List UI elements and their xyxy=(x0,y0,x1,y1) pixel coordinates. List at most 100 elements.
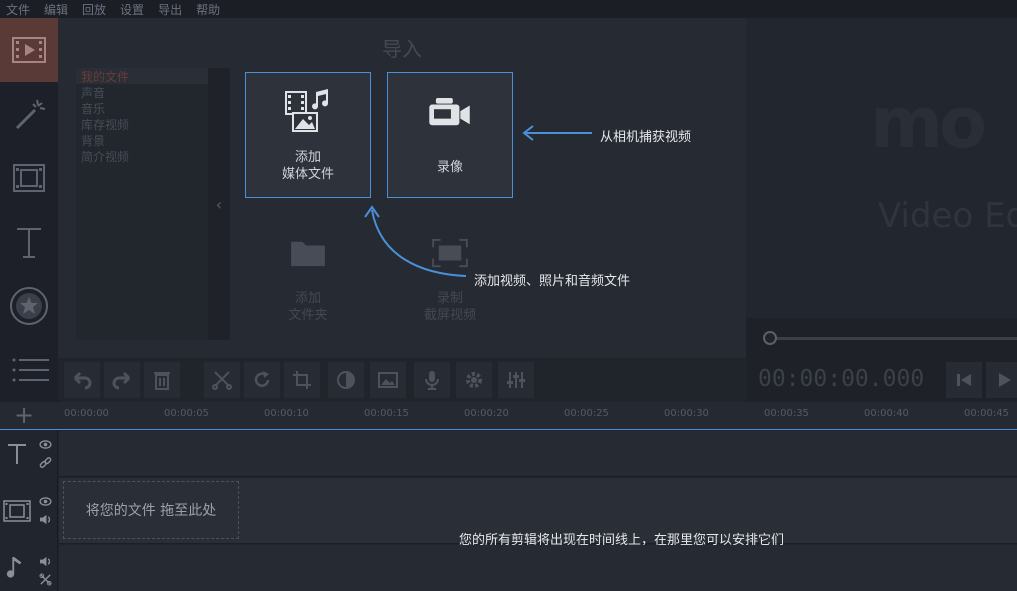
link-icon[interactable] xyxy=(39,457,52,470)
edit-toolbar xyxy=(58,358,746,402)
effects-tool-button[interactable] xyxy=(0,82,58,146)
record-video-label: 录像 xyxy=(436,160,463,175)
add-media-label: 添加 媒体文件 xyxy=(281,150,334,182)
menu-help[interactable]: 帮助 xyxy=(196,1,220,18)
titles-tool-button[interactable] xyxy=(0,210,58,274)
media-files-icon xyxy=(285,89,329,132)
category-music[interactable]: 音乐 xyxy=(76,100,230,116)
magic-wand-icon xyxy=(15,99,46,130)
menu-edit[interactable]: 编辑 xyxy=(44,1,68,18)
timeline-ruler[interactable]: + 00:00:00 00:00:05 00:00:10 00:00:15 00… xyxy=(0,401,1017,430)
skip-back-icon xyxy=(957,374,971,386)
voiceover-button[interactable] xyxy=(414,362,450,398)
collapse-categories-button[interactable]: ‹ xyxy=(208,68,230,340)
seek-track[interactable] xyxy=(770,337,1017,340)
media-hint: 添加视频、照片和音频文件 xyxy=(474,274,631,289)
left-toolbar xyxy=(0,18,58,402)
video-track-header xyxy=(0,478,58,544)
category-stock-video[interactable]: 库存视频 xyxy=(76,116,230,132)
rotate-button[interactable] xyxy=(244,362,280,398)
ruler-tick: 00:00:00 xyxy=(64,408,109,419)
add-media-files-button[interactable]: 添加 媒体文件 xyxy=(245,72,371,198)
camera-hint: 从相机捕获视频 xyxy=(600,130,692,145)
image-button[interactable] xyxy=(370,362,406,398)
text-icon xyxy=(17,228,41,258)
category-sounds[interactable]: 声音 xyxy=(76,84,230,100)
drop-zone[interactable]: 将您的文件 拖至此处 xyxy=(63,481,239,539)
add-folder-button[interactable]: 添加 文件夹 xyxy=(245,228,371,354)
menu-file[interactable]: 文件 xyxy=(6,1,30,18)
record-screen-button[interactable]: 录制 截屏视频 xyxy=(387,228,513,354)
menu-playback[interactable]: 回放 xyxy=(82,1,106,18)
folder-icon xyxy=(291,241,325,267)
category-list: 我的文件 声音 音乐 库存视频 背景 简介视频 xyxy=(76,68,230,340)
undo-button[interactable] xyxy=(64,362,100,398)
color-adjust-button[interactable] xyxy=(328,362,364,398)
ruler-tick: 00:00:30 xyxy=(664,408,709,419)
chevron-left-icon: ‹ xyxy=(215,194,223,214)
import-tool-button[interactable] xyxy=(0,18,58,82)
product-watermark: Video Ed xyxy=(878,196,1017,236)
eye-icon[interactable] xyxy=(39,440,52,449)
star-badge-icon xyxy=(10,287,48,325)
transitions-tool-button[interactable] xyxy=(0,146,58,210)
filmstrip-icon xyxy=(13,164,45,192)
seek-handle[interactable] xyxy=(763,331,777,345)
image-icon xyxy=(378,372,398,388)
audio-track[interactable] xyxy=(59,545,1017,591)
ruler-tick: 00:00:05 xyxy=(164,408,209,419)
audio-track-header xyxy=(0,545,58,591)
redo-button[interactable] xyxy=(104,362,140,398)
text-track[interactable] xyxy=(59,431,1017,477)
go-to-start-button[interactable] xyxy=(946,362,982,398)
list-icon xyxy=(12,358,49,382)
speaker-icon[interactable] xyxy=(39,514,52,525)
stickers-tool-button[interactable] xyxy=(0,274,58,338)
playback-controls: 00:00:00.000 xyxy=(746,358,1017,402)
text-track-header xyxy=(0,431,58,477)
audio-properties-button[interactable] xyxy=(498,362,534,398)
menu-export[interactable]: 导出 xyxy=(158,1,182,18)
clip-settings-button[interactable] xyxy=(456,362,492,398)
panel-title: 导入 xyxy=(382,37,422,61)
equalizer-icon xyxy=(507,372,525,388)
trash-icon xyxy=(154,372,170,390)
gear-icon xyxy=(466,372,482,388)
ruler-tick: 00:00:15 xyxy=(364,408,409,419)
ruler-tick: 00:00:20 xyxy=(464,408,509,419)
menu-settings[interactable]: 设置 xyxy=(120,1,144,18)
rotate-icon xyxy=(254,371,270,387)
ruler-tick: 00:00:45 xyxy=(964,408,1009,419)
filmstrip-icon xyxy=(3,500,31,522)
preview-player: mo Video Ed xyxy=(746,18,1017,318)
delete-button[interactable] xyxy=(144,362,180,398)
redo-icon xyxy=(112,371,131,390)
more-tools-button[interactable] xyxy=(0,338,58,402)
logo-watermark: mo xyxy=(870,82,987,164)
ruler-tick: 00:00:10 xyxy=(264,408,309,419)
record-screen-label: 录制 截屏视频 xyxy=(423,291,476,323)
record-video-button[interactable]: 录像 xyxy=(387,72,513,198)
film-icon xyxy=(12,37,46,63)
category-my-files[interactable]: 我的文件 xyxy=(76,68,230,84)
screen-capture-icon xyxy=(432,238,468,268)
seek-bar[interactable] xyxy=(746,318,1017,358)
ruler-tick: 00:00:25 xyxy=(564,408,609,419)
speaker-icon[interactable] xyxy=(39,556,52,567)
add-track-button[interactable]: + xyxy=(14,401,34,429)
unlink-icon[interactable] xyxy=(39,573,52,586)
menubar: 文件 编辑 回放 设置 导出 帮助 xyxy=(0,0,1017,18)
scissors-icon xyxy=(212,371,232,390)
play-button[interactable] xyxy=(986,362,1017,398)
app-window: 文件 编辑 回放 设置 导出 帮助 导入 我的文件 声音 音乐 库存视频 背景 … xyxy=(0,0,1017,591)
microphone-icon xyxy=(425,371,439,390)
category-intro-videos[interactable]: 简介视频 xyxy=(76,148,230,164)
ruler-tick: 00:00:35 xyxy=(764,408,809,419)
eye-icon[interactable] xyxy=(39,497,52,506)
cut-button[interactable] xyxy=(204,362,240,398)
crop-icon xyxy=(293,371,311,389)
category-backgrounds[interactable]: 背景 xyxy=(76,132,230,148)
crop-button[interactable] xyxy=(284,362,320,398)
play-icon xyxy=(999,373,1011,387)
music-note-icon xyxy=(6,557,22,578)
